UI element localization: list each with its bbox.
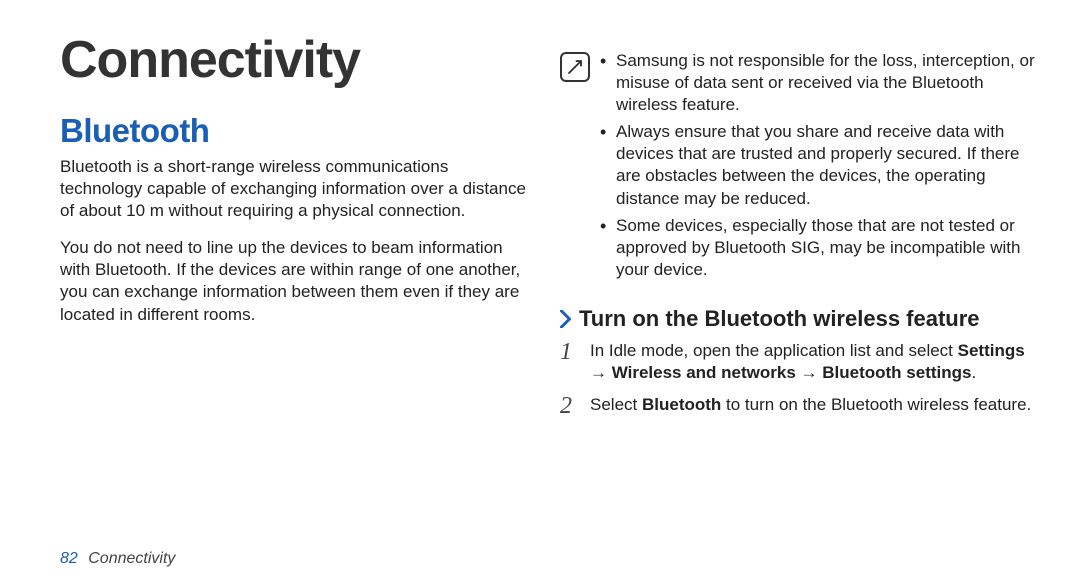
step-text: In Idle mode, open the application list … xyxy=(590,340,1040,384)
right-column: Samsung is not responsible for the loss,… xyxy=(560,30,1040,530)
step-text: Select Bluetooth to turn on the Bluetoot… xyxy=(590,394,1040,416)
note-list: Samsung is not responsible for the loss,… xyxy=(600,50,1040,286)
note-item: Some devices, especially those that are … xyxy=(600,215,1040,281)
step-list: 1 In Idle mode, open the application lis… xyxy=(560,340,1040,418)
page-footer: 82 Connectivity xyxy=(60,550,175,568)
left-column: Connectivity Bluetooth Bluetooth is a sh… xyxy=(60,30,530,530)
body-paragraph: You do not need to line up the devices t… xyxy=(60,237,530,325)
note-icon xyxy=(560,52,590,82)
note-box: Samsung is not responsible for the loss,… xyxy=(560,50,1040,286)
body-paragraph: Bluetooth is a short-range wireless comm… xyxy=(60,156,530,222)
subsection-title: Turn on the Bluetooth wireless feature xyxy=(579,306,980,332)
subsection-turn-on-bluetooth: Turn on the Bluetooth wireless feature 1… xyxy=(560,306,1040,418)
step-item: 1 In Idle mode, open the application lis… xyxy=(560,340,1040,384)
step-number: 1 xyxy=(560,340,578,364)
chapter-title: Connectivity xyxy=(60,30,530,90)
footer-chapter: Connectivity xyxy=(88,550,175,567)
note-item: Samsung is not responsible for the loss,… xyxy=(600,50,1040,116)
page-content: Connectivity Bluetooth Bluetooth is a sh… xyxy=(60,30,1030,530)
page-number: 82 xyxy=(60,550,78,567)
step-item: 2 Select Bluetooth to turn on the Blueto… xyxy=(560,394,1040,418)
note-item: Always ensure that you share and receive… xyxy=(600,121,1040,209)
subsection-heading: Turn on the Bluetooth wireless feature xyxy=(560,306,1040,332)
chevron-right-icon xyxy=(560,310,573,328)
section-heading-bluetooth: Bluetooth xyxy=(60,112,530,150)
step-number: 2 xyxy=(560,394,578,418)
